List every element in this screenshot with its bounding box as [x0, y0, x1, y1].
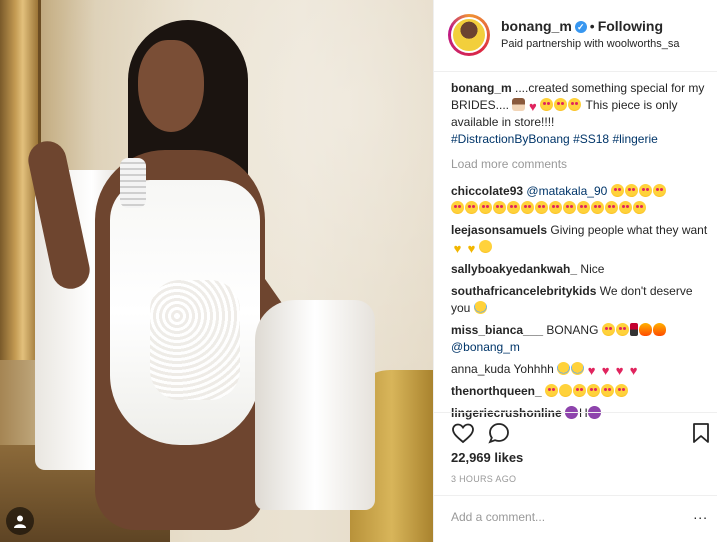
- heart-eyes-emoji-icon: [507, 201, 520, 214]
- heart-eyes-emoji-icon: [535, 201, 548, 214]
- comment-item: thenorthqueen_: [451, 383, 711, 400]
- post-photo[interactable]: [0, 0, 433, 542]
- red-heart-emoji-icon: ♥: [601, 363, 610, 378]
- red-heart-emoji-icon: ♥: [587, 363, 596, 378]
- heart-eyes-emoji-icon: [479, 201, 492, 214]
- heart-eyes-emoji-icon: [615, 323, 629, 336]
- comment-icon[interactable]: [487, 421, 511, 445]
- story-ring[interactable]: [448, 14, 490, 56]
- model-face: [138, 40, 204, 132]
- lace-panel: [150, 280, 240, 400]
- comment-username: anna_kuda: [451, 362, 511, 376]
- heart-eyes-emoji-icon: [624, 184, 638, 197]
- add-comment-box[interactable]: Add a comment... ...: [434, 495, 717, 542]
- caption: bonang_m ....created something special f…: [451, 80, 711, 148]
- comment-item: anna_kuda Yohhhh ♥ ♥ ♥ ♥: [451, 361, 711, 378]
- comments-list: bonang_m ....created something special f…: [451, 80, 711, 427]
- header-user-line: bonang_m ✓ • Following: [501, 18, 663, 34]
- post-timestamp[interactable]: 3 HOURS AGO: [451, 474, 516, 484]
- comment-text: Nice: [580, 262, 605, 276]
- comment-item: miss_bianca___ BONANG @bonang_m: [451, 322, 711, 356]
- comment-username[interactable]: leejasonsamuels: [451, 223, 547, 237]
- heart-eyes-emoji-icon: [545, 384, 559, 397]
- more-options-icon[interactable]: ...: [693, 506, 708, 522]
- heart-eyes-emoji-icon: [633, 201, 646, 214]
- heart-eyes-emoji-icon: [601, 323, 615, 336]
- avatar[interactable]: [451, 17, 487, 53]
- heart-eyes-emoji-icon: [619, 201, 632, 214]
- heart-eyes-emoji-icon: [573, 384, 587, 397]
- person-silhouette-icon[interactable]: [6, 507, 34, 535]
- heart-eyes-emoji-icon: [521, 201, 534, 214]
- heart-eyes-emoji-icon: [610, 184, 624, 197]
- comment-item: leejasonsamuels Giving people what they …: [451, 222, 711, 256]
- load-more-comments-button[interactable]: Load more comments: [451, 156, 711, 173]
- smile-emoji-icon: [559, 384, 573, 397]
- heart-eyes-emoji-icon: [568, 98, 582, 111]
- comment-text: Giving people what they want: [550, 223, 708, 237]
- crying-emoji-icon: [473, 301, 487, 314]
- mention-link[interactable]: @bonang_m: [451, 340, 520, 354]
- comment-item: chiccolate93 @matakala_90: [451, 183, 711, 217]
- heart-eyes-emoji-icon: [451, 201, 464, 214]
- bride-emoji-icon: [512, 98, 526, 111]
- comment-item: sallyboakyedankwah_ Nice: [451, 261, 711, 278]
- comment-username[interactable]: chiccolate93: [451, 184, 523, 198]
- fire-emoji-icon: [652, 323, 666, 336]
- likes-count[interactable]: 22,969 likes: [451, 450, 523, 465]
- white-robe-right: [255, 300, 375, 510]
- comment-username[interactable]: thenorthqueen_: [451, 384, 542, 398]
- mention-link[interactable]: @matakala_90: [526, 184, 607, 198]
- comment-text: Yohhhh: [513, 362, 554, 376]
- heart-eyes-emoji-icon: [652, 184, 666, 197]
- heart-eyes-emoji-icon: [554, 98, 568, 111]
- crying-emoji-icon: [571, 362, 585, 375]
- post-header: bonang_m ✓ • Following Paid partnership wit…: [434, 0, 717, 72]
- comment-username[interactable]: miss_bianca___: [451, 323, 543, 337]
- bookmark-icon[interactable]: [689, 421, 713, 445]
- heart-eyes-emoji-icon: [638, 184, 652, 197]
- heart-eyes-emoji-icon: [577, 201, 590, 214]
- following-button[interactable]: Following: [598, 18, 663, 34]
- red-heart-emoji-icon: ♥: [615, 363, 624, 378]
- lipstick-emoji-icon: [629, 323, 638, 336]
- post-actions-bar: [434, 412, 717, 453]
- red-heart-emoji-icon: ♥: [629, 363, 638, 378]
- verified-badge-icon: ✓: [574, 21, 587, 34]
- comment-item: southafricancelebritykids We don't deser…: [451, 283, 711, 317]
- crying-emoji-icon: [557, 362, 571, 375]
- hashtag-link[interactable]: #DistractionByBonang: [451, 132, 570, 146]
- yellow-heart-emoji-icon: ♥: [453, 241, 462, 256]
- fire-emoji-icon: [638, 323, 652, 336]
- hashtag-link[interactable]: #SS18: [573, 132, 609, 146]
- heart-eyes-emoji-icon: [591, 201, 604, 214]
- heart-eyes-emoji-icon: [605, 201, 618, 214]
- hashtag-link[interactable]: #lingerie: [612, 132, 657, 146]
- post-side-panel: bonang_m ✓ • Following Paid partnership wit…: [433, 0, 717, 542]
- crystal-necklace: [120, 158, 146, 208]
- heart-eyes-emoji-icon: [601, 384, 615, 397]
- heart-eyes-emoji-icon: [493, 201, 506, 214]
- header-username[interactable]: bonang_m: [501, 18, 572, 34]
- comment-username[interactable]: southafricancelebritykids: [451, 284, 596, 298]
- heart-eyes-emoji-icon: [587, 384, 601, 397]
- heart-eyes-emoji-icon: [615, 384, 629, 397]
- heart-eyes-emoji-icon: [563, 201, 576, 214]
- comment-text: BONANG: [546, 323, 599, 337]
- heart-icon[interactable]: [451, 421, 475, 445]
- heart-eyes-emoji-icon: [465, 201, 478, 214]
- partner-link[interactable]: woolworths_sa: [607, 38, 680, 50]
- caption-username[interactable]: bonang_m: [451, 81, 512, 95]
- paid-partnership-line: Paid partnership with woolworths_sa: [501, 38, 680, 50]
- red-heart-emoji-icon: ♥: [529, 99, 537, 114]
- yellow-heart-emoji-icon: ♥: [467, 241, 476, 256]
- smile-emoji-icon: [479, 240, 492, 253]
- heart-eyes-emoji-icon: [540, 98, 554, 111]
- add-comment-input[interactable]: Add a comment...: [451, 510, 545, 524]
- heart-eyes-emoji-icon: [549, 201, 562, 214]
- paid-partnership-label: Paid partnership with: [501, 38, 607, 50]
- comment-username[interactable]: sallyboakyedankwah_: [451, 262, 577, 276]
- separator-dot: •: [589, 18, 595, 34]
